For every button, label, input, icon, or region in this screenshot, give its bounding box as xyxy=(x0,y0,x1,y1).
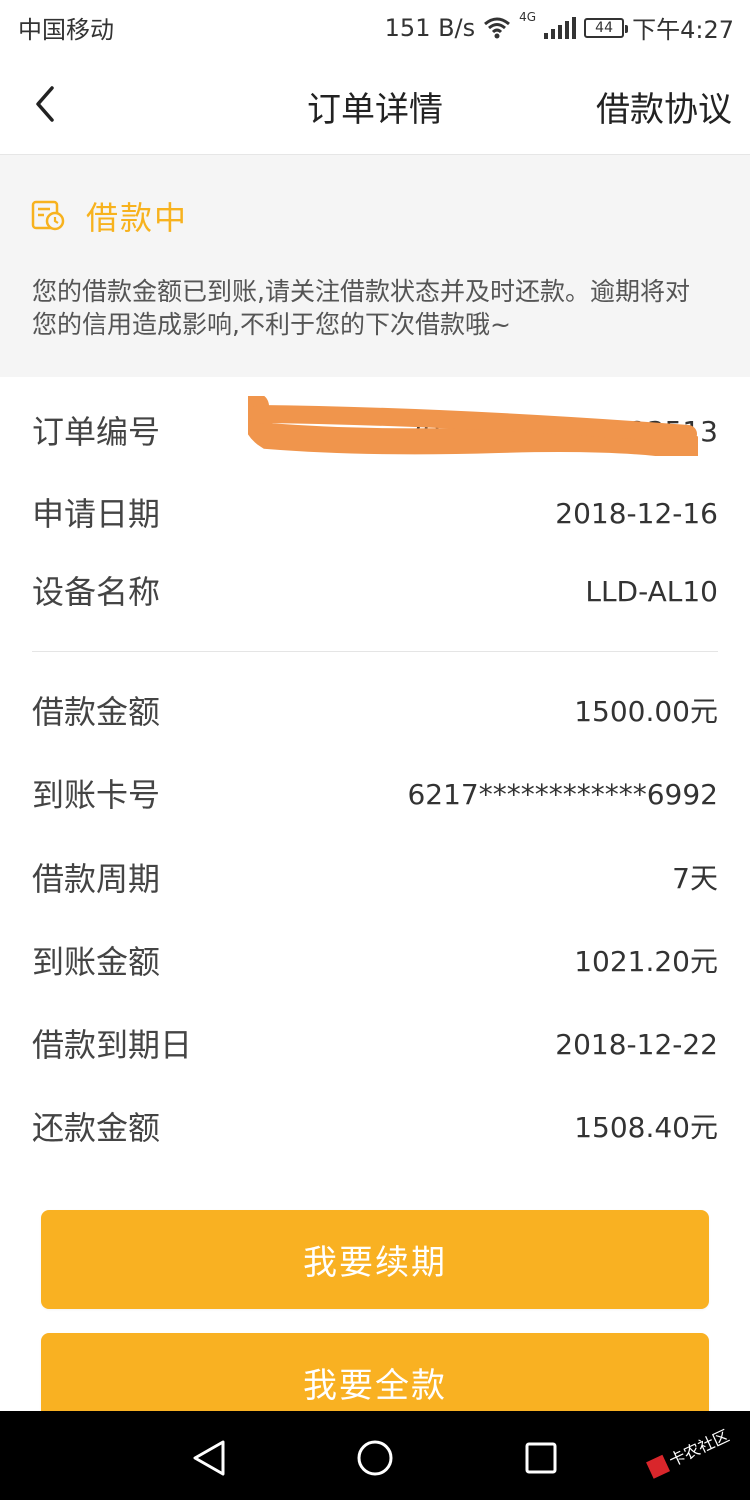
notice-message: 您的借款金额已到账,请关注借款状态并及时还款。逾期将对您的信用造成影响,不利于您… xyxy=(32,277,690,339)
row-value: 7天 xyxy=(672,862,718,895)
row-value: 6217************6992 xyxy=(407,778,718,811)
battery-level: 44 xyxy=(595,19,613,36)
nav-home-button[interactable] xyxy=(350,1433,400,1483)
row-loan-amount: 借款金额 1500.00元 xyxy=(0,682,750,742)
row-device-name: 设备名称 LLD-AL10 xyxy=(0,562,750,622)
network-type: 4G xyxy=(519,10,537,24)
loan-status: 借款中 xyxy=(86,199,189,237)
row-due-date: 借款到期日 2018-12-22 xyxy=(0,1015,750,1075)
recent-square-icon xyxy=(525,1442,557,1474)
row-value: 2018-12-16 xyxy=(555,497,718,530)
row-label: 订单编号 xyxy=(32,413,161,451)
row-value: 1500.00元 xyxy=(574,695,718,728)
svg-text:卡农社区: 卡农社区 xyxy=(666,1426,732,1470)
row-repayment-amount: 还款金额 1508.40元 xyxy=(0,1098,750,1158)
row-value: 2018-12-22 xyxy=(555,1028,718,1061)
calendar-clock-icon xyxy=(31,200,65,231)
redaction-scribble xyxy=(248,396,698,456)
wifi-icon xyxy=(484,17,511,38)
row-label: 到账卡号 xyxy=(32,776,161,814)
nav-back-button[interactable] xyxy=(184,1433,234,1483)
row-label: 到账金额 xyxy=(32,943,161,981)
row-label: 借款金额 xyxy=(32,693,161,731)
battery-icon: 44 xyxy=(584,17,629,38)
renew-button[interactable]: 我要续期 xyxy=(41,1210,709,1309)
clock: 下午4:27 xyxy=(632,16,734,44)
row-value: 1508.40元 xyxy=(574,1111,718,1144)
row-label: 还款金额 xyxy=(32,1109,161,1147)
status-notice: 借款中 您的借款金额已到账,请关注借款状态并及时还款。逾期将对您的信用造成影响,… xyxy=(0,155,750,377)
system-nav-bar xyxy=(0,1411,750,1500)
watermark-logo: 卡农社区 xyxy=(646,1426,732,1479)
row-apply-date: 申请日期 2018-12-16 xyxy=(0,484,750,544)
divider xyxy=(32,651,718,652)
row-card-number: 到账卡号 6217************6992 xyxy=(0,765,750,825)
row-label: 借款周期 xyxy=(32,860,161,898)
row-received-amount: 到账金额 1021.20元 xyxy=(0,932,750,992)
status-bar: 中国移动 151 B/s 4G 44 下午4:27 xyxy=(0,0,750,56)
status-right: 151 B/s 4G 44 下午4:27 xyxy=(385,10,734,45)
home-circle-icon xyxy=(357,1440,393,1476)
network-speed: 151 B/s xyxy=(384,13,476,42)
nav-header: 订单详情 借款协议 xyxy=(0,56,750,155)
row-label: 设备名称 xyxy=(32,573,161,611)
back-triangle-icon xyxy=(193,1440,225,1476)
nav-recent-button[interactable] xyxy=(516,1433,566,1483)
row-loan-period: 借款周期 7天 xyxy=(0,849,750,909)
row-label: 借款到期日 xyxy=(32,1026,193,1064)
row-value: 1021.20元 xyxy=(574,945,718,978)
loan-agreement-link[interactable]: 借款协议 xyxy=(596,82,732,131)
row-value: LLD-AL10 xyxy=(585,575,718,608)
signal-icon xyxy=(544,16,577,39)
carrier-name: 中国移动 xyxy=(18,16,114,44)
row-label: 申请日期 xyxy=(32,495,161,533)
